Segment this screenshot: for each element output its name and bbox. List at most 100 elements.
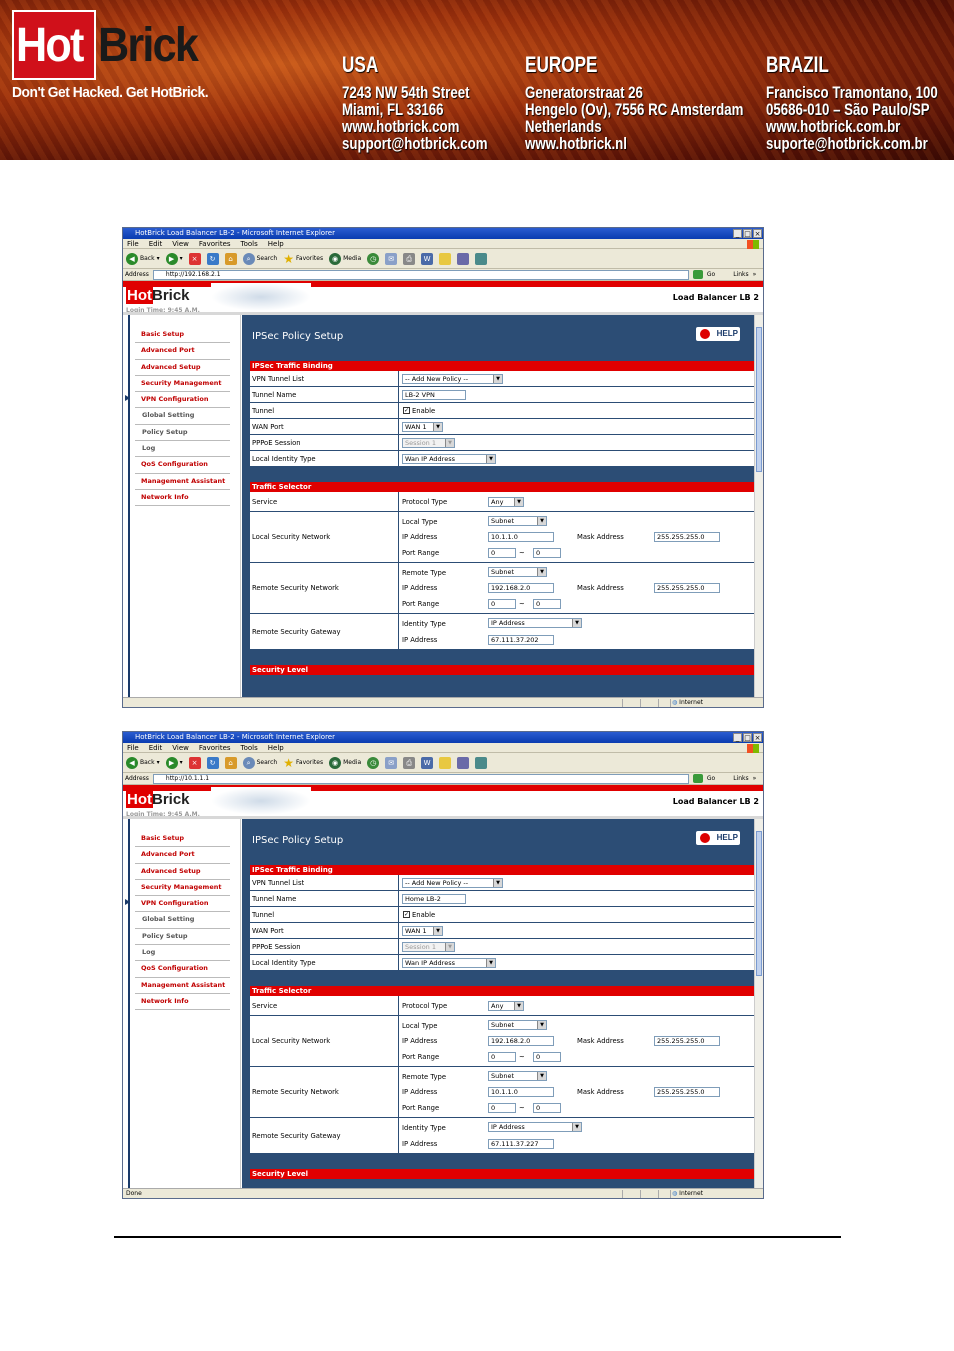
go-label[interactable]: Go [707, 271, 715, 278]
minimize-button[interactable]: _ [733, 733, 742, 742]
discuss-icon[interactable] [439, 252, 452, 265]
links-chevron-icon[interactable]: » [753, 271, 757, 278]
menu-view[interactable]: View [172, 239, 189, 248]
nav-management-assistant[interactable]: Management Assistant [135, 474, 230, 490]
links-label[interactable]: Links [733, 271, 748, 278]
local-port-to-input[interactable]: 0 [533, 1052, 561, 1062]
nav-basic-setup[interactable]: Basic Setup [135, 327, 230, 344]
home-icon[interactable]: ⌂ [224, 756, 237, 769]
identity-type-select[interactable]: IP Address [488, 1122, 582, 1132]
nav-network-info[interactable]: Network Info [135, 490, 230, 507]
links-label[interactable]: Links [733, 775, 748, 782]
search-button[interactable]: ⌕ Search [242, 252, 277, 265]
mail-icon[interactable]: ✉ [385, 756, 398, 769]
tunnel-enable-checkbox[interactable]: ✓ [403, 407, 410, 414]
media-button[interactable]: ◉ Media [329, 252, 361, 265]
print-icon[interactable]: ⎙ [403, 756, 416, 769]
wan-port-select[interactable]: WAN 1 [402, 422, 443, 432]
remote-mask-input[interactable]: 255.255.255.0 [654, 1087, 720, 1097]
remote-ip-input[interactable]: 10.1.1.0 [488, 1087, 554, 1097]
local-ip-input[interactable]: 10.1.1.0 [488, 532, 554, 542]
local-identity-select[interactable]: Wan IP Address [402, 454, 496, 464]
menu-edit[interactable]: Edit [149, 743, 163, 752]
website-link[interactable]: www.hotbrick.nl [525, 135, 743, 152]
address-input[interactable]: http://192.168.2.1 [152, 269, 689, 280]
menu-file[interactable]: File [127, 743, 139, 752]
vertical-scrollbar[interactable] [754, 819, 763, 1188]
local-port-to-input[interactable]: 0 [533, 548, 561, 558]
discuss-icon[interactable] [439, 756, 452, 769]
favorites-button[interactable]: ★ Favorites [283, 252, 323, 266]
search-button[interactable]: ⌕ Search [242, 756, 277, 769]
remote-port-to-input[interactable]: 0 [533, 1103, 561, 1113]
menu-edit[interactable]: Edit [149, 239, 163, 248]
vertical-scrollbar[interactable] [754, 315, 763, 697]
local-mask-input[interactable]: 255.255.255.0 [654, 1036, 720, 1046]
go-icon[interactable] [692, 270, 703, 279]
local-port-from-input[interactable]: 0 [488, 1052, 516, 1062]
tunnel-name-input[interactable]: LB-2 VPN [402, 390, 466, 400]
nav-global-setting[interactable]: Global Setting [135, 912, 230, 929]
back-button[interactable]: ◀ Back ▾ [126, 252, 160, 265]
vpn-tunnel-select[interactable]: -- Add New Policy -- [402, 374, 503, 384]
research-icon[interactable] [475, 756, 488, 769]
nav-vpn-configuration[interactable]: VPN Configuration [125, 896, 230, 913]
local-identity-select[interactable]: Wan IP Address [402, 958, 496, 968]
local-mask-input[interactable]: 255.255.255.0 [654, 532, 720, 542]
close-button[interactable]: × [753, 733, 762, 742]
menu-view[interactable]: View [172, 743, 189, 752]
nav-advanced-setup[interactable]: Advanced Setup [135, 864, 230, 880]
menu-file[interactable]: File [127, 239, 139, 248]
protocol-type-select[interactable]: Any [488, 1001, 524, 1011]
media-button[interactable]: ◉ Media [329, 756, 361, 769]
refresh-icon[interactable]: ↻ [206, 252, 219, 265]
nav-advanced-port[interactable]: Advanced Port [135, 343, 230, 360]
nav-basic-setup[interactable]: Basic Setup [135, 831, 230, 848]
history-icon[interactable]: ◷ [367, 252, 380, 265]
edit-icon[interactable]: W [421, 252, 434, 265]
scrollbar-thumb[interactable] [756, 327, 762, 472]
help-button[interactable]: HELP [696, 831, 740, 845]
nav-advanced-setup[interactable]: Advanced Setup [135, 360, 230, 376]
email-link[interactable]: support@hotbrick.com [342, 135, 488, 152]
back-button[interactable]: ◀ Back ▾ [126, 756, 160, 769]
maximize-button[interactable]: □ [743, 229, 752, 238]
identity-type-select[interactable]: IP Address [488, 618, 582, 628]
nav-management-assistant[interactable]: Management Assistant [135, 978, 230, 994]
stop-icon[interactable]: × [188, 756, 201, 769]
menu-tools[interactable]: Tools [241, 743, 258, 752]
close-button[interactable]: × [753, 229, 762, 238]
nav-policy-setup[interactable]: Policy Setup [135, 425, 230, 442]
tunnel-enable-checkbox[interactable]: ✓ [403, 911, 410, 918]
edit-icon[interactable]: W [421, 756, 434, 769]
local-ip-input[interactable]: 192.168.2.0 [488, 1036, 554, 1046]
local-type-select[interactable]: Subnet [488, 1020, 547, 1030]
remote-type-select[interactable]: Subnet [488, 567, 547, 577]
menu-favorites[interactable]: Favorites [199, 239, 231, 248]
go-icon[interactable] [692, 774, 703, 783]
nav-qos-configuration[interactable]: QoS Configuration [135, 961, 230, 978]
home-icon[interactable]: ⌂ [224, 252, 237, 265]
minimize-button[interactable]: _ [733, 229, 742, 238]
website-link[interactable]: www.hotbrick.com [342, 118, 488, 135]
remote-type-select[interactable]: Subnet [488, 1071, 547, 1081]
menu-tools[interactable]: Tools [241, 239, 258, 248]
wan-port-select[interactable]: WAN 1 [402, 926, 443, 936]
scrollbar-thumb[interactable] [756, 831, 762, 976]
stop-icon[interactable]: × [188, 252, 201, 265]
messenger-icon[interactable] [457, 252, 470, 265]
history-icon[interactable]: ◷ [367, 756, 380, 769]
nav-log[interactable]: Log [135, 945, 230, 962]
website-link[interactable]: www.hotbrick.com.br [766, 118, 938, 135]
nav-global-setting[interactable]: Global Setting [135, 408, 230, 425]
messenger-icon[interactable] [457, 756, 470, 769]
gateway-ip-input[interactable]: 67.111.37.202 [488, 635, 554, 645]
help-button[interactable]: HELP [696, 327, 740, 341]
forward-button[interactable]: ▶ ▾ [165, 756, 183, 769]
nav-network-info[interactable]: Network Info [135, 994, 230, 1011]
nav-advanced-port[interactable]: Advanced Port [135, 847, 230, 864]
favorites-button[interactable]: ★ Favorites [283, 756, 323, 770]
research-icon[interactable] [475, 252, 488, 265]
maximize-button[interactable]: □ [743, 733, 752, 742]
local-port-from-input[interactable]: 0 [488, 548, 516, 558]
